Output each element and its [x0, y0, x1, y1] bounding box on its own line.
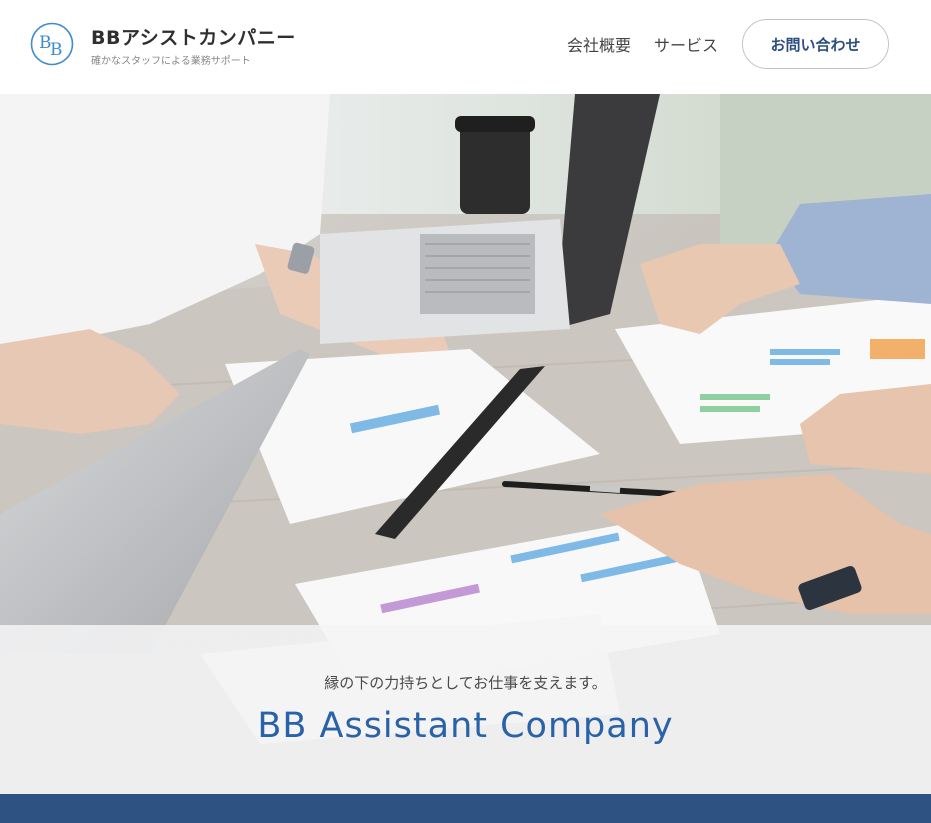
- bb-logo-icon[interactable]: B B: [30, 22, 74, 66]
- site-header: B B BBアシストカンパニー 確かなスタッフによる業務サポート 会社概要 サー…: [0, 0, 931, 94]
- brand-tagline: 確かなスタッフによる業務サポート: [91, 56, 251, 67]
- section-divider-band: [0, 794, 931, 823]
- hero-subtitle: 縁の下の力持ちとしてお仕事を支えます。: [324, 674, 607, 692]
- svg-text:B: B: [50, 40, 63, 60]
- brand-name[interactable]: BBアシストカンパニー: [91, 23, 296, 50]
- hero-section: 縁の下の力持ちとしてお仕事を支えます。 BB Assistant Company: [0, 94, 931, 794]
- nav-item-service[interactable]: サービス: [654, 32, 718, 56]
- contact-button[interactable]: お問い合わせ: [742, 19, 889, 69]
- hero-title: BB Assistant Company: [257, 706, 674, 746]
- nav-item-company[interactable]: 会社概要: [567, 32, 631, 56]
